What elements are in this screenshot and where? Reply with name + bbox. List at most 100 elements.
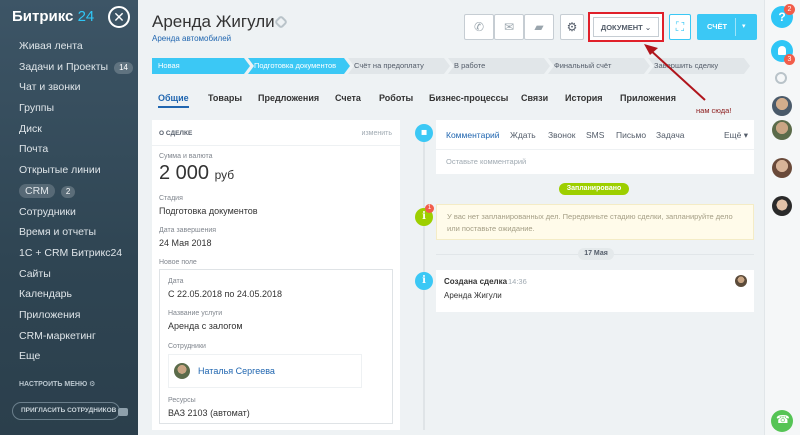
avatar[interactable]	[772, 158, 792, 178]
timeline-event: Создана сделка 14:36 Аренда Жигули	[436, 270, 754, 312]
stage-label: Стадия	[159, 195, 183, 202]
avatar[interactable]	[772, 96, 792, 116]
annotation-text: нам сюда!	[696, 106, 732, 115]
card-heading: О СДЕЛКЕ	[159, 130, 193, 137]
editor-more[interactable]: Ещё ▾	[724, 130, 748, 141]
amount-currency: руб	[214, 168, 235, 182]
avatar[interactable]	[772, 196, 792, 216]
chevron-down-icon: ▾	[743, 130, 749, 140]
editor-tab-wait[interactable]: Ждать	[510, 130, 536, 140]
more-label: Ещё	[724, 130, 742, 140]
avatar[interactable]	[772, 120, 792, 140]
logo-number: 24	[77, 8, 95, 25]
add-user-icon	[118, 408, 128, 416]
staff-name[interactable]: Наталья Сергеева	[198, 366, 275, 376]
amount-value: 2 000 руб	[159, 162, 234, 185]
sidebar-item-label: Время и отчеты	[19, 226, 97, 239]
configure-menu-link[interactable]: НАСТРОИТЬ МЕНЮ ⚙	[19, 380, 95, 388]
info-icon: i	[415, 272, 433, 290]
service-label: Название услуги	[168, 310, 223, 317]
sidebar-item-label: Приложения	[19, 308, 81, 321]
staff-label: Сотрудники	[168, 343, 206, 350]
resources-label: Ресурсы	[168, 397, 196, 404]
date-badge: 17 Мая	[578, 248, 614, 260]
sidebar-item-chat[interactable]: Чат и звонки	[0, 77, 138, 98]
event-text: Аренда Жигули	[444, 291, 502, 300]
sidebar-item-calendar[interactable]: Календарь	[0, 284, 138, 305]
sidebar-item-crm[interactable]: CRM 2	[0, 181, 138, 202]
sidebar-item-label: Еще	[19, 350, 41, 363]
sidebar-item-disk[interactable]: Диск	[0, 119, 138, 140]
booking-field-box: Дата С 22.05.2018 по 24.05.2018 Название…	[159, 269, 393, 424]
edit-link[interactable]: изменить	[362, 130, 392, 137]
search-icon[interactable]	[775, 72, 787, 84]
no-activities-warning: У вас нет запланированных дел. Передвинь…	[436, 204, 754, 240]
sidebar-item-label: Открытые линии	[19, 164, 101, 177]
sidebar-item-label: CRM	[19, 183, 55, 198]
logo[interactable]: Битрикс 24	[12, 8, 94, 25]
sidebar-item-apps[interactable]: Приложения	[0, 305, 138, 326]
end-date-label: Дата завершения	[159, 227, 217, 234]
sidebar-item-open-lines[interactable]: Открытые линии	[0, 160, 138, 181]
sidebar-item-mail[interactable]: Почта	[0, 139, 138, 160]
editor-tab-comment[interactable]: Комментарий	[446, 130, 500, 140]
end-date-value: 24 Мая 2018	[159, 238, 212, 248]
sidebar-item-feed[interactable]: Живая лента	[0, 36, 138, 57]
new-field-label: Новое поле	[159, 259, 197, 266]
avatar	[174, 363, 190, 379]
warning-text: У вас нет запланированных дел. Передвинь…	[447, 212, 733, 233]
sidebar-item-employees[interactable]: Сотрудники	[0, 202, 138, 223]
staff-card[interactable]: Наталья Сергеева	[168, 354, 362, 388]
date-label: Дата	[168, 278, 184, 285]
amount-number: 2 000	[159, 162, 210, 184]
invite-label: ПРИГЛАСИТЬ СОТРУДНИКОВ	[21, 407, 117, 414]
avatar[interactable]	[735, 275, 747, 287]
resources-value: ВАЗ 2103 (автомат)	[168, 408, 250, 418]
sidebar-item-tasks[interactable]: Задачи и Проекты 14	[0, 57, 138, 78]
sidebar-item-label: Чат и звонки	[19, 81, 81, 94]
invite-employees-button[interactable]: ПРИГЛАСИТЬ СОТРУДНИКОВ	[12, 402, 120, 420]
close-icon: ✕	[113, 9, 125, 25]
amount-label: Сумма и валюта	[159, 153, 213, 160]
sidebar-item-label: Группы	[19, 102, 54, 115]
counter-badge: 14	[114, 61, 133, 74]
close-menu-button[interactable]: ✕	[108, 6, 130, 28]
divider	[436, 149, 754, 150]
main-content: Аренда Жигули Аренда автомобилей ✆ ✉ ▰ ⚙…	[138, 0, 764, 435]
sidebar-item-label: 1С + CRM Битрикс24	[19, 246, 123, 259]
logo-text: Битрикс	[12, 8, 74, 25]
divider	[152, 145, 400, 146]
warning-counter: 1	[425, 204, 434, 213]
sidebar-item-label: Почта	[19, 143, 49, 156]
date-value: С 22.05.2018 по 24.05.2018	[168, 289, 282, 299]
sidebar: Битрикс 24 ✕ Живая лента Задачи и Проект…	[0, 0, 138, 435]
event-time: 14:36	[508, 277, 527, 286]
sidebar-item-crm-marketing[interactable]: CRM-маркетинг	[0, 326, 138, 347]
phone-button[interactable]	[771, 410, 793, 432]
notifications-badge: 3	[784, 54, 795, 65]
editor-tab-email[interactable]: Письмо	[616, 130, 646, 140]
sidebar-item-more[interactable]: Еще	[0, 346, 138, 367]
sidebar-item-sites[interactable]: Сайты	[0, 264, 138, 285]
sidebar-item-time[interactable]: Время и отчеты	[0, 222, 138, 243]
sidebar-item-groups[interactable]: Группы	[0, 98, 138, 119]
editor-tab-sms[interactable]: SMS	[586, 130, 604, 140]
editor-tab-task[interactable]: Задача	[656, 130, 685, 140]
stage-value: Подготовка документов	[159, 206, 258, 216]
right-toolbar: ? 2 3	[764, 0, 800, 435]
event-title: Создана сделка	[444, 277, 508, 286]
service-value: Аренда с залогом	[168, 321, 243, 331]
sidebar-item-label: Сайты	[19, 267, 51, 280]
gear-icon: ⚙	[89, 381, 96, 388]
planned-badge: Запланировано	[559, 183, 629, 195]
main-menu: Живая лента Задачи и Проекты 14 Чат и зво…	[0, 36, 138, 367]
sidebar-item-1c[interactable]: 1С + CRM Битрикс24	[0, 243, 138, 264]
counter-badge: 2	[60, 185, 76, 198]
configure-menu-label: НАСТРОИТЬ МЕНЮ	[19, 381, 88, 388]
help-badge: 2	[784, 4, 795, 15]
sidebar-item-label: CRM-маркетинг	[19, 329, 96, 342]
comment-input[interactable]: Оставьте комментарий	[446, 157, 526, 166]
editor-tab-call[interactable]: Звонок	[548, 130, 575, 140]
sidebar-item-label: Диск	[19, 122, 42, 135]
sidebar-item-label: Календарь	[19, 288, 72, 301]
